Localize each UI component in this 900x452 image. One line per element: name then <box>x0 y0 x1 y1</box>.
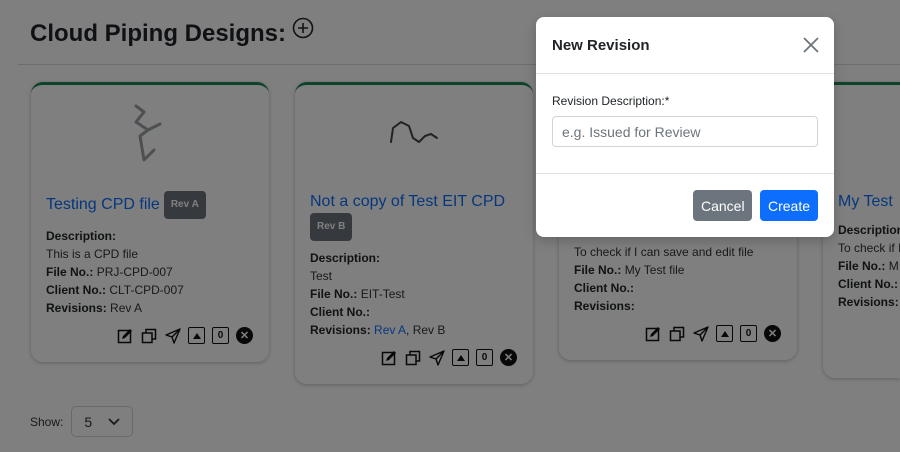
modal-header: New Revision <box>536 17 834 74</box>
modal-title: New Revision <box>552 36 650 54</box>
new-revision-modal: New Revision Revision Description:* Canc… <box>536 17 834 237</box>
create-button[interactable]: Create <box>760 190 818 221</box>
cancel-button[interactable]: Cancel <box>693 190 752 221</box>
modal-body: Revision Description:* <box>536 74 834 174</box>
close-icon[interactable] <box>802 36 820 54</box>
revision-description-label: Revision Description:* <box>552 94 670 108</box>
revision-description-input[interactable] <box>552 116 818 147</box>
modal-footer: Cancel Create <box>536 174 834 237</box>
